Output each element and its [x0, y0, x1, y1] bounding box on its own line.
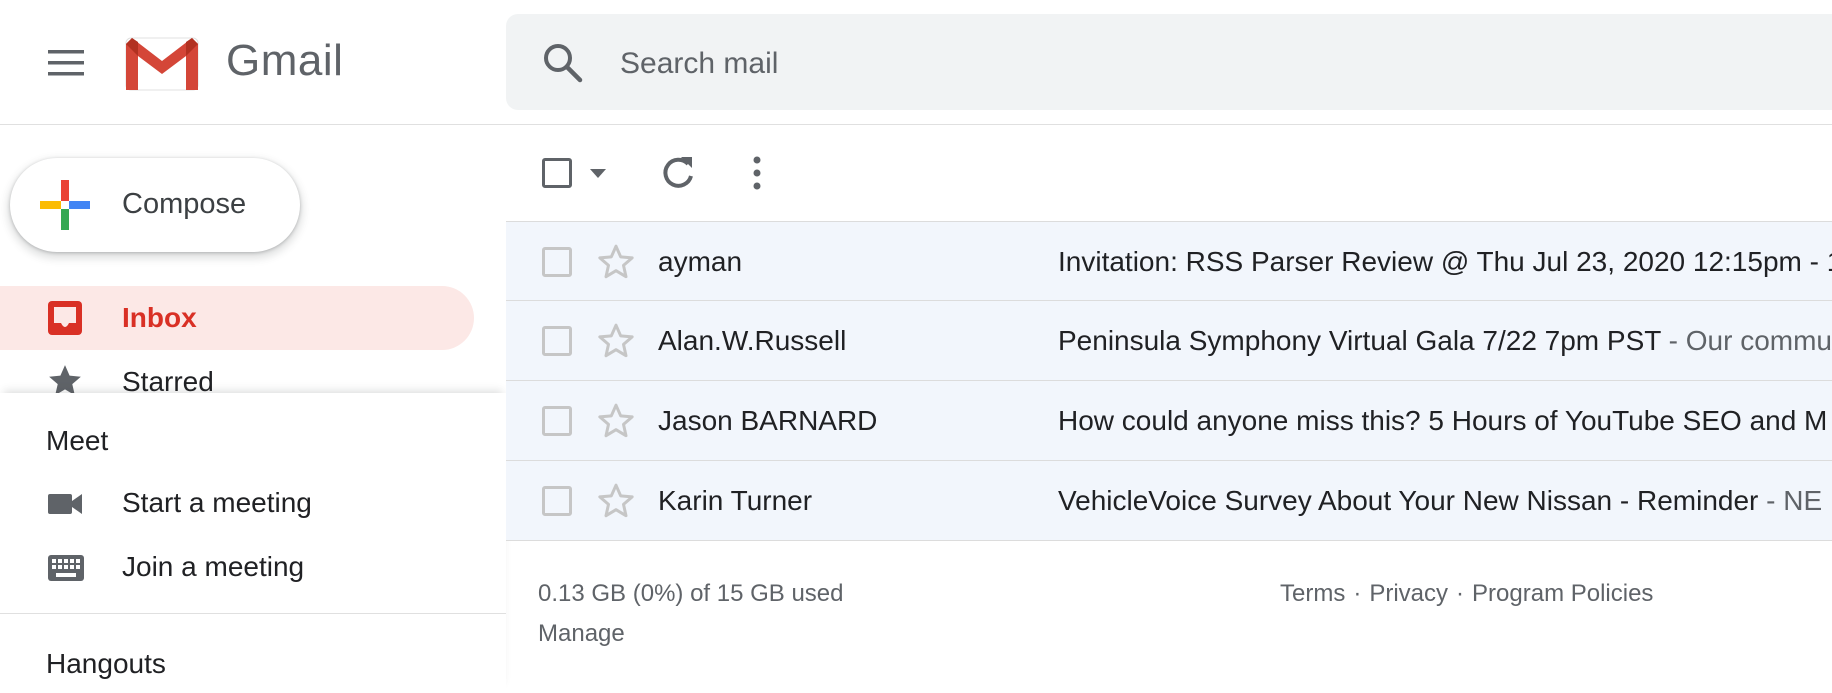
email-checkbox[interactable]	[542, 486, 572, 516]
select-all-checkbox[interactable]	[542, 158, 572, 188]
email-row[interactable]: Karin Turner VehicleVoice Survey About Y…	[506, 461, 1832, 541]
star-outline-icon[interactable]	[596, 481, 636, 521]
footer-separator: ·	[1456, 580, 1465, 607]
footer-separator: ·	[1353, 580, 1362, 607]
hamburger-menu-icon	[48, 50, 84, 76]
star-outline-icon[interactable]	[596, 401, 636, 441]
email-sender: Alan.W.Russell	[658, 325, 847, 356]
chevron-down-icon[interactable]	[588, 165, 608, 181]
privacy-link[interactable]: Privacy	[1369, 580, 1448, 607]
sidebar-item-label[interactable]: Inbox	[122, 302, 197, 334]
email-subject: How could anyone miss this? 5 Hours of Y…	[1058, 405, 1828, 436]
search-input[interactable]	[618, 40, 1522, 88]
refresh-icon[interactable]	[656, 152, 698, 194]
footer-links: Terms · Privacy · Program Policies	[1280, 580, 1653, 608]
inbox-icon	[48, 301, 82, 335]
email-sender: Jason BARNARD	[658, 405, 878, 436]
email-snippet: - Our commu	[1660, 325, 1832, 356]
main-menu-button[interactable]	[36, 40, 96, 86]
header-divider	[0, 124, 1832, 125]
more-options-icon[interactable]	[744, 152, 770, 194]
email-subject-line: Peninsula Symphony Virtual Gala 7/22 7pm…	[1058, 325, 1832, 357]
email-snippet: - NE	[1758, 485, 1823, 516]
start-meeting-link[interactable]: Start a meeting	[122, 487, 312, 519]
video-camera-icon	[48, 494, 82, 514]
email-subject-line: How could anyone miss this? 5 Hours of Y…	[1058, 405, 1832, 437]
hangouts-section-title: Hangouts	[46, 648, 166, 679]
email-subject-line: VehicleVoice Survey About Your New Nissa…	[1058, 485, 1832, 517]
storage-usage: 0.13 GB (0%) of 15 GB used	[538, 580, 844, 607]
star-outline-icon[interactable]	[596, 321, 636, 361]
meet-section-title: Meet	[46, 425, 109, 456]
gmail-wordmark: Gmail	[226, 36, 344, 85]
email-checkbox[interactable]	[542, 326, 572, 356]
email-sender: ayman	[658, 246, 743, 277]
section-divider	[0, 613, 506, 614]
email-sender: Karin Turner	[658, 485, 813, 516]
email-subject-line: Invitation: RSS Parser Review @ Thu Jul …	[1058, 246, 1832, 278]
compose-button[interactable]: Compose	[10, 158, 300, 252]
email-checkbox[interactable]	[542, 406, 572, 436]
email-subject: Invitation: RSS Parser Review @ Thu Jul …	[1058, 246, 1832, 277]
star-outline-icon[interactable]	[596, 242, 636, 282]
keyboard-icon	[48, 555, 84, 581]
gmail-logo-icon[interactable]	[124, 34, 200, 92]
search-icon[interactable]	[540, 40, 586, 86]
email-row[interactable]: ayman Invitation: RSS Parser Review @ Th…	[506, 221, 1832, 301]
email-row[interactable]: Jason BARNARD How could anyone miss this…	[506, 381, 1832, 461]
compose-label: Compose	[122, 188, 247, 220]
email-row[interactable]: Alan.W.Russell Peninsula Symphony Virtua…	[506, 301, 1832, 381]
compose-plus-icon	[40, 180, 90, 230]
terms-link[interactable]: Terms	[1280, 580, 1345, 607]
join-meeting-link[interactable]: Join a meeting	[122, 551, 304, 583]
email-checkbox[interactable]	[542, 247, 572, 277]
email-subject: Peninsula Symphony Virtual Gala 7/22 7pm…	[1058, 325, 1661, 356]
email-list: ayman Invitation: RSS Parser Review @ Th…	[506, 221, 1832, 541]
program-policies-link[interactable]: Program Policies	[1472, 580, 1653, 607]
manage-storage-link[interactable]: Manage	[538, 620, 625, 648]
email-subject: VehicleVoice Survey About Your New Nissa…	[1058, 485, 1759, 516]
